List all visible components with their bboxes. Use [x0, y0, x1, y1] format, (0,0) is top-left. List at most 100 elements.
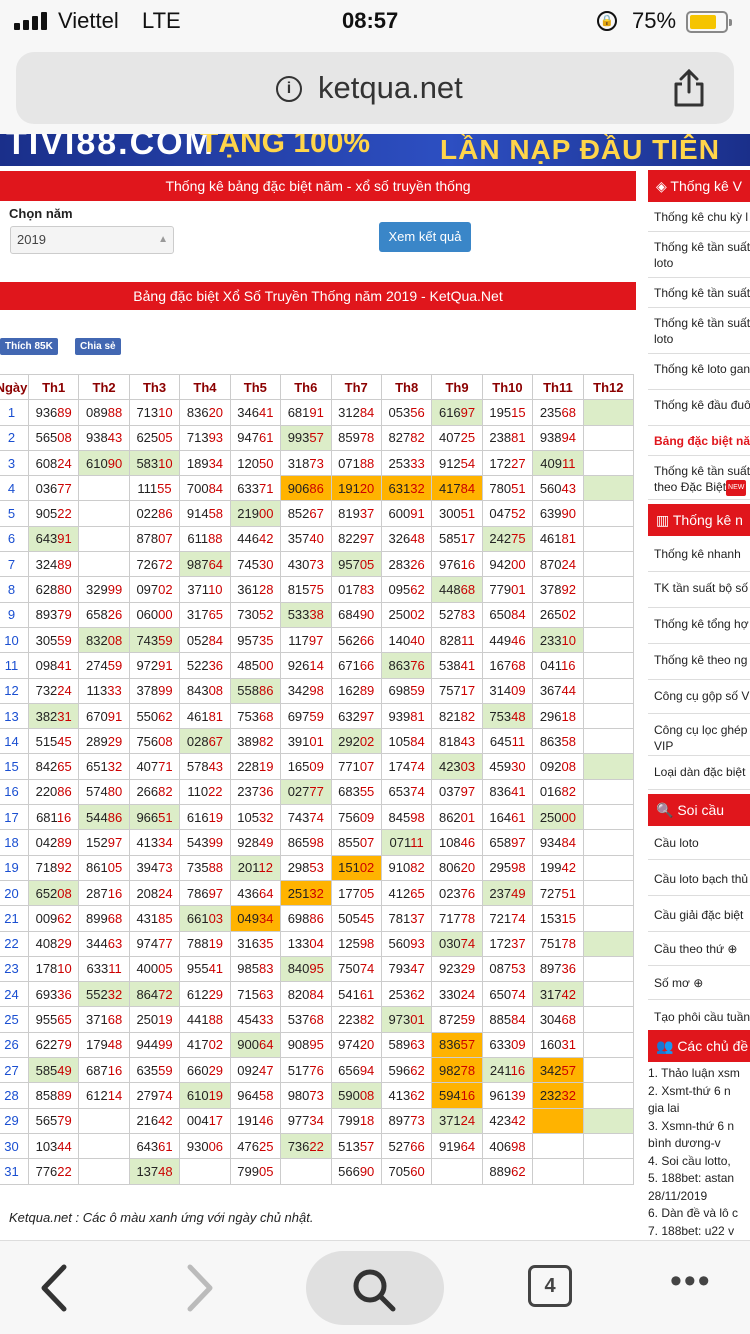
- prize-cell: 70560: [380, 1158, 433, 1185]
- sidebar-link[interactable]: Thống kê đầu đuô: [648, 390, 750, 426]
- prize-cell: 97734: [280, 1107, 332, 1134]
- choose-year-label: Chọn năm: [9, 206, 73, 221]
- prize-cell: 31873: [280, 449, 332, 477]
- sidebar-link[interactable]: Thống kê tần suất theo Đặc Biệt NEW: [648, 456, 750, 500]
- prize-cell: 53841: [431, 652, 483, 679]
- prize-cell: 65132: [78, 753, 130, 780]
- prize-cell: 69759: [280, 702, 332, 730]
- prize-cell: 41702: [179, 1031, 231, 1059]
- prize-cell: 09841: [27, 652, 80, 679]
- sidebar-link[interactable]: Thống kê chu kỳ l: [648, 202, 750, 232]
- url-text[interactable]: ketqua.net: [318, 70, 463, 106]
- prize-cell: 26502: [532, 601, 584, 628]
- prize-cell: [582, 1082, 635, 1109]
- prize-cell: 61188: [179, 525, 231, 553]
- prize-cell: 30559: [27, 626, 80, 654]
- prize-cell: [582, 930, 635, 957]
- forward-icon[interactable]: [184, 1263, 218, 1313]
- table-row: 16 22086 57480 26682 11022 23736 02777 68355 653…: [0, 778, 635, 806]
- day-cell: 23: [0, 955, 29, 983]
- prize-cell: 82084: [280, 981, 332, 1008]
- prize-cell: [582, 905, 635, 932]
- share-icon[interactable]: [672, 68, 706, 108]
- prize-cell: 80620: [431, 854, 483, 881]
- prize-cell: 45433: [229, 1006, 282, 1033]
- facebook-share-button[interactable]: Chia sẻ: [75, 338, 121, 355]
- sidebar-link[interactable]: TK tần suất bộ số: [648, 572, 750, 608]
- prize-cell: 19942: [532, 854, 584, 881]
- topic-item[interactable]: 6. Dàn đề và lô c: [648, 1206, 738, 1220]
- tabs-button[interactable]: 4: [528, 1265, 572, 1307]
- back-icon[interactable]: [36, 1263, 70, 1313]
- prize-cell: 83657: [431, 1031, 483, 1059]
- prize-cell: 78137: [380, 905, 433, 932]
- ad-banner[interactable]: TIVI88.COM TẶNG 100% LẦN NẠP ĐẦU TIÊN: [0, 134, 750, 166]
- prize-cell: 31635: [229, 930, 282, 957]
- prize-cell: 03074: [431, 930, 483, 957]
- sidebar-link[interactable]: Bảng đặc biệt nă: [648, 426, 750, 456]
- topic-item[interactable]: 3. Xsmn-thứ 6 n: [648, 1119, 734, 1133]
- prize-cell: 88584: [481, 1006, 534, 1033]
- topic-item[interactable]: 2. Xsmt-thứ 6 n: [648, 1084, 731, 1098]
- prize-cell: 65074: [481, 981, 534, 1008]
- prize-cell: 23881: [481, 424, 534, 451]
- sidebar-link[interactable]: Loại dàn đặc biệt: [648, 756, 750, 790]
- prize-cell: 40725: [431, 424, 483, 451]
- search-button[interactable]: [306, 1251, 444, 1325]
- topic-item[interactable]: 4. Soi cầu lotto,: [648, 1154, 731, 1168]
- sidebar-link[interactable]: Cầu loto bạch thủ: [648, 862, 750, 896]
- sidebar-link[interactable]: Thống kê theo ng: [648, 644, 750, 680]
- prize-cell: [582, 1107, 635, 1134]
- prize-cell: 92329: [431, 955, 483, 983]
- prize-cell: 24275: [481, 525, 534, 553]
- topic-item[interactable]: 5. 188bet: astan: [648, 1171, 734, 1185]
- view-results-button[interactable]: Xem kết quả: [379, 222, 471, 252]
- sidebar-link[interactable]: Tạo phôi cầu tuần: [648, 1000, 750, 1034]
- facebook-like-button[interactable]: Thích 85K: [0, 338, 58, 355]
- table-title-bar: Bảng đặc biệt Xổ Số Truyền Thống năm 201…: [0, 282, 636, 310]
- prize-cell: 01783: [330, 576, 382, 603]
- prize-cell: [532, 1158, 584, 1185]
- prize-cell: 64361: [128, 1132, 181, 1160]
- sidebar-link[interactable]: Thống kê tần suất loto: [648, 308, 750, 354]
- prize-cell: 03677: [27, 475, 80, 502]
- prize-cell: 06000: [128, 601, 181, 628]
- prize-cell: 73588: [179, 854, 231, 881]
- topic-item[interactable]: gia lai: [648, 1101, 679, 1115]
- day-cell: 22: [0, 930, 29, 957]
- sidebar-link[interactable]: Cầu theo thứ ⊕: [648, 932, 750, 966]
- sidebar-link[interactable]: Thống kê nhanh: [648, 538, 750, 572]
- day-cell: 4: [0, 475, 29, 502]
- year-select[interactable]: 2019 ▲: [10, 226, 174, 254]
- sidebar-link[interactable]: Số mơ ⊕: [648, 966, 750, 1000]
- topic-item[interactable]: 28/11/2019: [648, 1189, 707, 1203]
- prize-cell: 25019: [128, 1006, 181, 1033]
- prize-cell: 31409: [481, 677, 534, 704]
- prize-cell: 36744: [532, 677, 584, 704]
- sidebar-link[interactable]: Cầu giải đặc biệt: [648, 898, 750, 932]
- prize-cell: [582, 829, 635, 856]
- topic-item[interactable]: bình dương-v: [648, 1136, 721, 1150]
- more-icon[interactable]: •••: [670, 1264, 712, 1298]
- sidebar-link[interactable]: Công cụ lọc ghép VIP: [648, 714, 750, 756]
- prize-cell: 94499: [128, 1031, 181, 1059]
- day-cell: 10: [0, 626, 29, 654]
- prize-cell: 81843: [431, 728, 483, 755]
- sidebar-link[interactable]: Thống kê loto gan: [648, 354, 750, 390]
- prize-cell: 39101: [280, 728, 332, 755]
- battery-icon: [686, 11, 732, 33]
- legend-note: Ketqua.net : Các ô màu xanh ứng với ngày…: [9, 1210, 314, 1225]
- info-icon[interactable]: i: [276, 76, 302, 102]
- sidebar-link[interactable]: Thống kê tần suất loto: [648, 232, 750, 278]
- header-month-11: Th11: [532, 373, 584, 401]
- sidebar-link[interactable]: Công cụ gộp số V: [648, 680, 750, 714]
- sidebar-link[interactable]: Thống kê tổng hợ: [648, 608, 750, 644]
- sidebar-link[interactable]: Thống kê tần suất: [648, 278, 750, 308]
- topic-item[interactable]: 7. 188bet: u22 v: [648, 1224, 734, 1238]
- topic-item[interactable]: 1. Thảo luận xsm: [648, 1066, 740, 1080]
- day-cell: 13: [0, 702, 29, 730]
- sidebar-link[interactable]: Cầu loto: [648, 826, 750, 860]
- prize-cell: 17810: [27, 955, 80, 983]
- prize-cell: [582, 626, 635, 654]
- prize-cell: 44188: [179, 1006, 231, 1033]
